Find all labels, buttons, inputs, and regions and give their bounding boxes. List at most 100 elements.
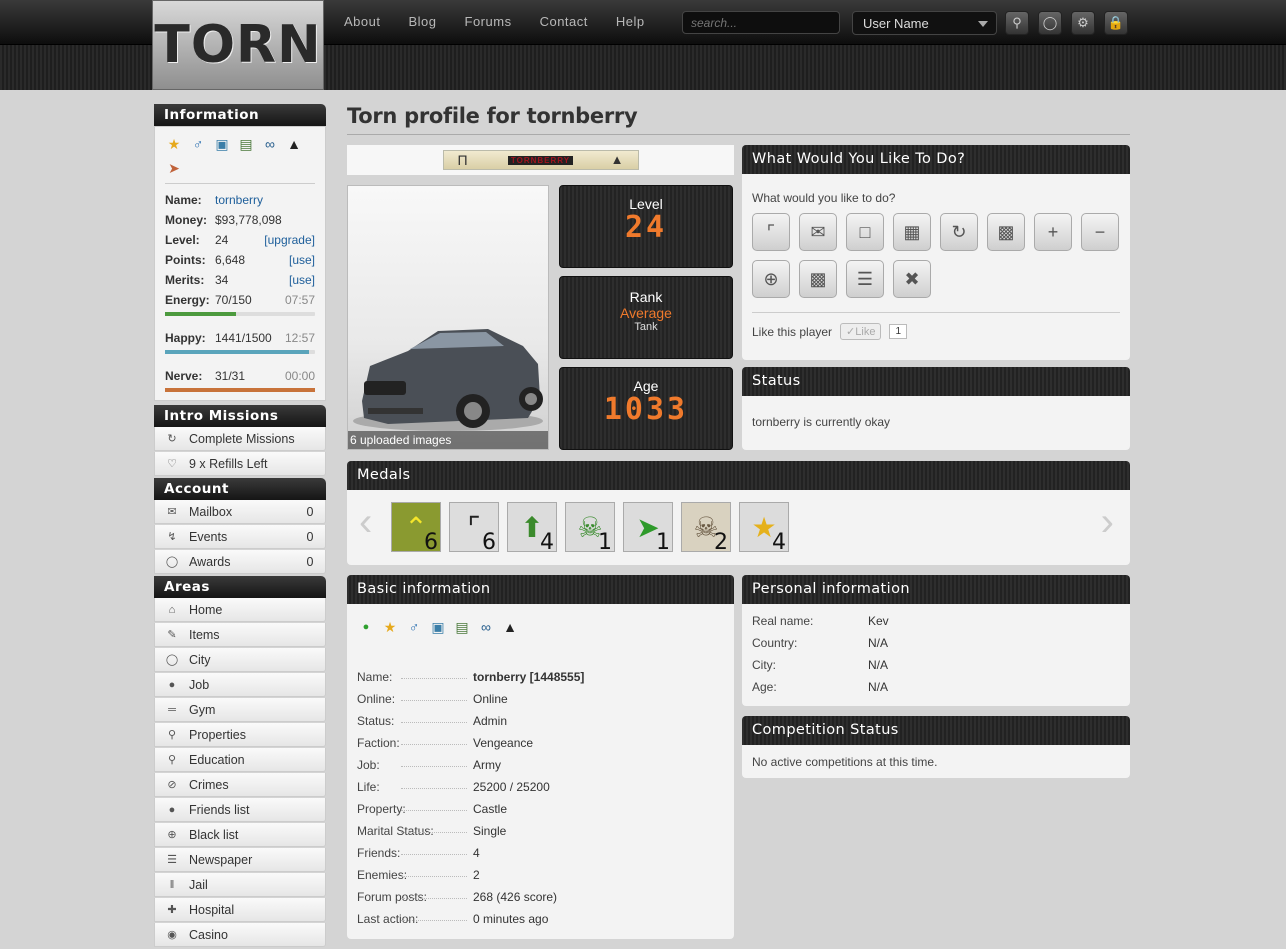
- desk-icon: Π: [457, 152, 468, 168]
- info-row-label-text: Marital Status:: [357, 824, 434, 838]
- job-icon[interactable]: ▤: [453, 618, 471, 636]
- sidebar-item-awards[interactable]: ◯ Awards 0: [154, 550, 326, 574]
- info-row-value[interactable]: Vengeance: [473, 736, 533, 750]
- nav-forums[interactable]: Forums: [465, 14, 512, 29]
- intro-missions-header: Intro Missions: [154, 405, 326, 427]
- sidebar-item-hospital[interactable]: ✚ Hospital: [154, 898, 326, 922]
- sidebar-item-gym[interactable]: ═ Gym: [154, 698, 326, 722]
- basic-info-header: Basic information: [347, 575, 734, 604]
- sidebar-item-label: Casino: [189, 927, 228, 942]
- sidebar-item-mailbox[interactable]: ✉ Mailbox 0: [154, 500, 326, 524]
- lock-button[interactable]: 🔒: [1104, 11, 1128, 35]
- binoculars-button[interactable]: ◯: [1038, 11, 1062, 35]
- user-name-select[interactable]: User Name: [852, 11, 997, 35]
- info-row-value: N/A: [868, 636, 889, 650]
- item-market-button[interactable]: ☰: [846, 260, 884, 298]
- graduation-cap-icon[interactable]: ▲: [501, 618, 519, 636]
- sidebar-item-casino[interactable]: ◉ Casino: [154, 923, 326, 947]
- search-input[interactable]: [682, 11, 840, 34]
- graduation-cap-icon[interactable]: ▲: [285, 135, 303, 153]
- male-icon[interactable]: ♂: [405, 618, 423, 636]
- medal-count: 6: [482, 530, 496, 555]
- rocket-icon[interactable]: ➤: [165, 159, 183, 177]
- sidebar-item-friends-list[interactable]: ● Friends list: [154, 798, 326, 822]
- medal-escape[interactable]: ➤ 1: [623, 502, 673, 555]
- chat-button[interactable]: □: [846, 213, 884, 251]
- link-icon[interactable]: ∞: [261, 135, 279, 153]
- medals-next-arrow[interactable]: ›: [1101, 500, 1114, 545]
- info-name-link[interactable]: tornberry: [215, 193, 315, 207]
- upgrade-link[interactable]: [upgrade]: [264, 233, 315, 247]
- sidebar-item-label: Events: [189, 529, 228, 544]
- like-button[interactable]: ✓Like: [840, 323, 882, 340]
- sidebar-item-black-list[interactable]: ⊕ Black list: [154, 823, 326, 847]
- bail-button[interactable]: ▩: [799, 260, 837, 298]
- sidebar-item-complete-missions[interactable]: ↻ Complete Missions: [154, 427, 326, 451]
- job-icon[interactable]: ▤: [237, 135, 255, 153]
- sidebar-item-refills[interactable]: ♡ 9 x Refills Left: [154, 452, 326, 476]
- info-row-label: Status:: [357, 714, 473, 728]
- envelope-icon: ✉: [167, 506, 177, 518]
- sidebar-item-home[interactable]: ⌂ Home: [154, 598, 326, 622]
- add-enemy-button[interactable]: −: [1081, 213, 1119, 251]
- profile-image[interactable]: 6 uploaded images: [347, 185, 549, 450]
- basic-info-row: Forum posts: 268 (426 score): [357, 886, 724, 908]
- star-icon[interactable]: ★: [165, 135, 183, 153]
- sidebar-item-properties[interactable]: ⚲ Properties: [154, 723, 326, 747]
- use-merits-link[interactable]: [use]: [289, 273, 315, 287]
- info-row-label-text: Status:: [357, 714, 395, 728]
- id-card-icon[interactable]: ▣: [213, 135, 231, 153]
- settings-button[interactable]: ⚙: [1071, 11, 1095, 35]
- info-value: 1441/1500: [215, 331, 272, 345]
- nav-contact[interactable]: Contact: [540, 14, 588, 29]
- medal-level-up[interactable]: ⬆ 4: [507, 502, 557, 555]
- attack-button[interactable]: ⌜: [752, 213, 790, 251]
- basic-info-row: Faction: Vengeance: [357, 732, 724, 754]
- sidebar-item-label: Home: [189, 602, 223, 617]
- star-icon[interactable]: ★: [381, 618, 399, 636]
- nav-about[interactable]: About: [344, 14, 380, 29]
- report-button[interactable]: ✖: [893, 260, 931, 298]
- cross-tools-icon: ✖: [904, 268, 920, 289]
- areas-header: Areas: [154, 576, 326, 598]
- torn-logo[interactable]: TORN: [152, 0, 324, 90]
- medal-star[interactable]: ★ 4: [739, 502, 789, 555]
- add-friend-button[interactable]: +: [1034, 213, 1072, 251]
- use-points-link[interactable]: [use]: [289, 253, 315, 267]
- send-money-button[interactable]: ▦: [893, 213, 931, 251]
- stats-button[interactable]: ▩: [987, 213, 1025, 251]
- sidebar-item-events[interactable]: ↯ Events 0: [154, 525, 326, 549]
- medal-weapon[interactable]: ⌜ 6: [449, 502, 499, 555]
- medals-prev-arrow[interactable]: ‹: [359, 500, 372, 545]
- info-row-label: Friends:: [357, 846, 473, 860]
- jail-bars-icon: ‖: [169, 878, 175, 891]
- magnifier-icon: ⚲: [1012, 15, 1022, 30]
- sidebar-item-city[interactable]: ◯ City: [154, 648, 326, 672]
- sidebar-item-crimes[interactable]: ⊘ Crimes: [154, 773, 326, 797]
- sidebar-item-items[interactable]: ✎ Items: [154, 623, 326, 647]
- sidebar-item-label: Gym: [189, 702, 216, 717]
- male-icon[interactable]: ♂: [189, 135, 207, 153]
- medal-rank[interactable]: ⌃ 6: [391, 502, 441, 555]
- bounty-button[interactable]: ⊕: [752, 260, 790, 298]
- medal-kills[interactable]: ☠ 1: [565, 502, 615, 555]
- nav-help[interactable]: Help: [616, 14, 645, 29]
- sidebar-item-newspaper[interactable]: ☰ Newspaper: [154, 848, 326, 872]
- send-message-button[interactable]: ✉: [799, 213, 837, 251]
- id-card-icon[interactable]: ▣: [429, 618, 447, 636]
- info-row-value[interactable]: Castle: [473, 802, 507, 816]
- medal-skulls[interactable]: ☠ 2: [681, 502, 731, 555]
- sidebar-item-job[interactable]: ● Job: [154, 673, 326, 697]
- personal-info-rows: Real name: Kev Country: N/A City: N/A Age: N/A: [742, 604, 1130, 704]
- nerve-bar: [165, 388, 315, 392]
- sidebar-item-education[interactable]: ⚲ Education: [154, 748, 326, 772]
- nav-blog[interactable]: Blog: [408, 14, 436, 29]
- search-button[interactable]: ⚲: [1005, 11, 1029, 35]
- sidebar-item-jail[interactable]: ‖ Jail: [154, 873, 326, 897]
- info-row-label-text: Country:: [752, 636, 798, 650]
- medal-list: ⌃ 6 ⌜ 6 ⬆ 4 ☠ 1 ➤ 1 ☠ 2 ★ 4: [391, 502, 789, 555]
- trade-button[interactable]: ↻: [940, 213, 978, 251]
- basic-info-body: ● ★ ♂ ▣ ▤ ∞ ▲ Name: tornberry [1448555] On…: [347, 604, 734, 930]
- energy-row: Energy: 70/150 07:57: [165, 290, 315, 310]
- link-icon[interactable]: ∞: [477, 618, 495, 636]
